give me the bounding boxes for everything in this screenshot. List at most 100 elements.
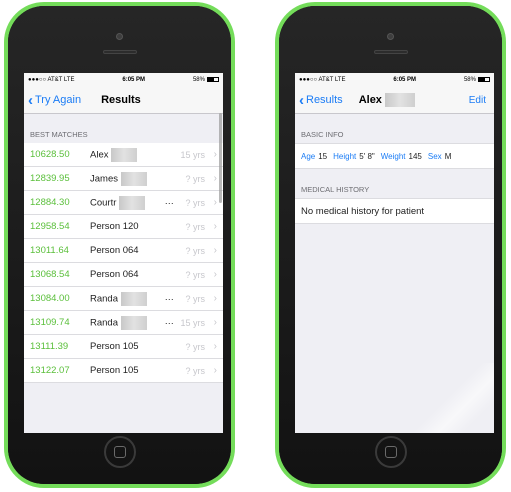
results-list: 10628.50 Alex 15 yrs › 12839.95 James? yrs › 12… (24, 143, 223, 383)
camera-icon (116, 33, 123, 40)
table-row[interactable]: 12958.54 Person 120 ? yrs › (24, 215, 223, 239)
match-score: 12884.30 (30, 197, 70, 208)
back-label: Try Again (35, 94, 82, 106)
match-score: 10628.50 (30, 149, 70, 160)
patient-name: James (90, 171, 166, 186)
nav-bar: ‹ Try Again Results (24, 87, 223, 114)
speaker-grille (102, 50, 137, 54)
patient-age: ? yrs (185, 293, 205, 304)
match-score: 13068.54 (30, 269, 70, 280)
table-row[interactable]: 13122.07 Person 105 ? yrs › (24, 359, 223, 383)
disclosure-chevron-icon: › (213, 221, 217, 232)
patient-name: Person 064 (90, 269, 139, 280)
medical-history-text: No medical history for patient (301, 205, 425, 217)
patient-age: ? yrs (185, 173, 205, 184)
table-row[interactable]: 12884.30 Courtr… ? yrs › (24, 191, 223, 215)
medical-history-row: No medical history for patient (295, 198, 494, 224)
disclosure-chevron-icon: › (213, 293, 217, 304)
match-score: 13122.07 (30, 365, 70, 376)
scrollbar[interactable] (219, 113, 222, 203)
home-button-icon[interactable] (374, 436, 407, 468)
match-score: 13111.39 (30, 341, 69, 352)
disclosure-chevron-icon: › (213, 317, 217, 328)
disclosure-chevron-icon: › (213, 269, 217, 280)
table-row[interactable]: 12839.95 James ? yrs › (24, 167, 223, 191)
patient-name: Randa… (90, 315, 174, 330)
info-key: Age (301, 151, 316, 161)
match-score: 12839.95 (30, 173, 70, 184)
page-title: Results (101, 94, 141, 106)
patient-age: ? yrs (185, 365, 205, 376)
patient-age: ? yrs (185, 245, 205, 256)
battery-icon (206, 76, 219, 82)
redacted-name (111, 147, 138, 162)
info-key: Height (333, 151, 357, 161)
match-score: 12958.54 (30, 221, 70, 232)
camera-icon (387, 33, 394, 40)
redacted-name (121, 291, 147, 306)
disclosure-chevron-icon: › (213, 341, 217, 352)
ellipsis: … (164, 315, 175, 327)
patient-name: Alex (90, 147, 166, 162)
patient-age: 15 yrs (180, 149, 205, 160)
speaker-grille (373, 50, 408, 54)
carrier-label: ●●●○○ AT&T LTE (28, 77, 75, 83)
patient-age: ? yrs (185, 221, 205, 232)
screen-glare (414, 363, 494, 433)
disclosure-chevron-icon: › (213, 365, 217, 376)
back-chevron-icon: ‹ (28, 91, 33, 109)
patient-detail-screen: ●●●○○ AT&T LTE 6:05 PM 58% ‹ Results Ale… (295, 73, 494, 433)
table-row[interactable]: 13111.39 Person 105 ? yrs › (24, 335, 223, 359)
info-value: 145 (408, 151, 422, 161)
disclosure-chevron-icon: › (213, 197, 217, 208)
time-label: 6:05 PM (122, 77, 146, 83)
basic-info-header: BASIC INFO (301, 130, 344, 139)
home-button-icon[interactable] (103, 436, 136, 468)
carrier-label: ●●●○○ AT&T LTE (299, 77, 346, 83)
redacted-surname (384, 93, 415, 107)
match-score: 13011.64 (30, 245, 69, 256)
status-bar: ●●●○○ AT&T LTE 6:05 PM 58% (24, 73, 223, 87)
patient-name: Person 064 (90, 245, 139, 256)
table-row[interactable]: 13011.64 Person 064 ? yrs › (24, 239, 223, 263)
disclosure-chevron-icon: › (213, 173, 217, 184)
time-label: 6:05 PM (393, 77, 417, 83)
basic-info-row: Age 15 Height 5' 8" Weight 145 Sex M (295, 143, 494, 169)
left-phone: ●●●○○ AT&T LTE 6:05 PM 58% ‹ Try Again R… (4, 2, 235, 488)
table-row[interactable]: 13109.74 Randa… 15 yrs › (24, 311, 223, 335)
table-row[interactable]: 10628.50 Alex 15 yrs › (24, 143, 223, 167)
battery-icon (477, 76, 490, 82)
info-value: 5' 8" (359, 151, 375, 161)
page-title: Alex (359, 93, 415, 107)
patient-name: Courtr… (90, 195, 174, 210)
patient-name: Person 105 (90, 341, 139, 352)
info-value: 15 (318, 151, 328, 161)
patient-name: Person 105 (90, 365, 139, 376)
right-phone: ●●●○○ AT&T LTE 6:05 PM 58% ‹ Results Ale… (275, 2, 506, 488)
back-chevron-icon: ‹ (299, 91, 304, 109)
medical-history-header: MEDICAL HISTORY (301, 185, 370, 194)
table-row[interactable]: 13084.00 Randa… ? yrs › (24, 287, 223, 311)
nav-bar: ‹ Results Alex Edit (295, 87, 494, 114)
redacted-name (120, 171, 147, 186)
patient-age: ? yrs (185, 197, 205, 208)
info-value: M (444, 151, 452, 161)
disclosure-chevron-icon: › (213, 149, 217, 160)
info-key: Weight (380, 151, 406, 161)
try-again-button[interactable]: ‹ Try Again (24, 93, 81, 108)
ellipsis: … (164, 195, 175, 207)
match-score: 13109.74 (30, 317, 70, 328)
battery-status: 58% (464, 76, 490, 83)
status-bar: ●●●○○ AT&T LTE 6:05 PM 58% (295, 73, 494, 87)
patient-age: ? yrs (185, 341, 205, 352)
results-back-button[interactable]: ‹ Results (295, 93, 343, 108)
redacted-name (121, 315, 147, 330)
table-row[interactable]: 13068.54 Person 064 ? yrs › (24, 263, 223, 287)
best-matches-header: BEST MATCHES (30, 130, 88, 139)
ellipsis: … (164, 291, 175, 303)
battery-status: 58% (193, 76, 219, 83)
back-label: Results (306, 94, 343, 106)
patient-age: 15 yrs (180, 317, 205, 328)
edit-button[interactable]: Edit (469, 95, 486, 106)
results-screen: ●●●○○ AT&T LTE 6:05 PM 58% ‹ Try Again R… (24, 73, 223, 433)
